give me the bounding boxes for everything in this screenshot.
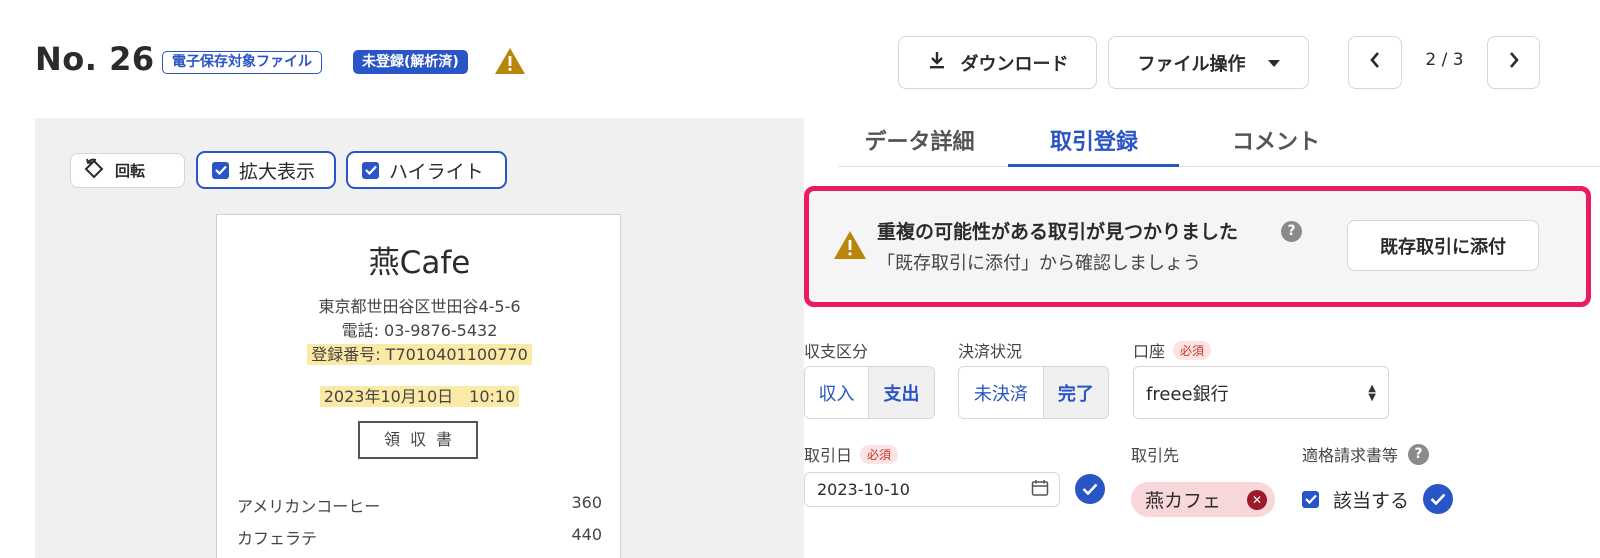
settle-segmented-control: 未決済 完了 bbox=[958, 366, 1109, 419]
kind-label: 収支区分 bbox=[804, 342, 869, 361]
select-arrows-icon: ▲ ▼ bbox=[1368, 382, 1376, 403]
page-indicator: 2 / 3 bbox=[1425, 50, 1464, 70]
transaction-date-input[interactable]: 2023-10-10 bbox=[804, 472, 1060, 507]
receipt-datetime-text: 2023年10月10日 10:10 bbox=[319, 386, 520, 407]
highlight-label: ハイライト bbox=[389, 160, 484, 183]
receipt-item-name: カフェラテ bbox=[237, 529, 318, 548]
status-badge: 未登録(解析済) bbox=[353, 50, 468, 74]
account-label-row: 口座 必須 bbox=[1133, 338, 1212, 362]
qualified-option-label: 該当する bbox=[1333, 489, 1410, 512]
help-icon[interactable]: ? bbox=[1281, 221, 1302, 242]
file-operations-button[interactable]: ファイル操作 bbox=[1108, 36, 1309, 89]
receipt-shop-name: 燕Cafe bbox=[368, 245, 471, 281]
receipt-datetime: 2023年10月10日 10:10 bbox=[217, 383, 622, 407]
date-label-row: 取引日 必須 bbox=[804, 442, 899, 466]
checkbox-checked-icon[interactable] bbox=[212, 161, 229, 179]
receipt-phone: 電話: 03-9876-5432 bbox=[341, 321, 498, 340]
remove-icon[interactable]: ✕ bbox=[1247, 489, 1268, 510]
checkbox-checked-icon[interactable] bbox=[362, 161, 379, 179]
active-tab-indicator bbox=[1008, 164, 1179, 167]
tab-data-detail[interactable]: データ詳細 bbox=[852, 124, 987, 156]
next-page-button[interactable] bbox=[1487, 36, 1540, 89]
calendar-icon[interactable] bbox=[1031, 479, 1049, 501]
receipt-address: 東京都世田谷区世田谷4-5-6 bbox=[318, 297, 521, 316]
rotate-label: 回転 bbox=[115, 162, 146, 180]
attach-existing-button[interactable]: 既存取引に添付 bbox=[1347, 220, 1539, 271]
qualified-verified-check-icon[interactable] bbox=[1423, 484, 1454, 514]
receipt-image: 燕Cafe 東京都世田谷区世田谷4-5-6 電話: 03-9876-5432 登… bbox=[216, 214, 621, 558]
date-label: 取引日 bbox=[804, 446, 853, 465]
page-title: No. 26 bbox=[35, 40, 155, 78]
help-icon[interactable]: ? bbox=[1408, 443, 1430, 465]
checkbox-checked-icon[interactable] bbox=[1302, 490, 1319, 508]
qualified-checkbox[interactable]: 該当する bbox=[1302, 484, 1454, 514]
tab-comment[interactable]: コメント bbox=[1206, 124, 1346, 156]
zoom-label: 拡大表示 bbox=[239, 160, 316, 183]
tab-transaction-register[interactable]: 取引登録 bbox=[1009, 124, 1179, 156]
partner-label: 取引先 bbox=[1131, 446, 1180, 465]
settle-label: 決済状況 bbox=[958, 342, 1023, 361]
receipt-item-price: 440 bbox=[571, 525, 602, 544]
date-verified-check-icon[interactable] bbox=[1075, 474, 1105, 504]
account-value: freee銀行 bbox=[1146, 383, 1229, 405]
required-badge: 必須 bbox=[1173, 341, 1212, 360]
kind-option-income[interactable]: 収入 bbox=[805, 367, 869, 418]
account-label: 口座 bbox=[1133, 342, 1166, 361]
partner-chip[interactable]: 燕カフェ ✕ bbox=[1131, 482, 1275, 517]
qualified-label: 適格請求書等 bbox=[1302, 446, 1399, 465]
rotate-button[interactable]: 回転 bbox=[70, 153, 185, 188]
warning-triangle-icon bbox=[494, 46, 526, 76]
receipt-line-item: アメリカンコーヒー 360 bbox=[237, 493, 602, 517]
previous-page-button[interactable] bbox=[1348, 36, 1402, 89]
chevron-right-icon bbox=[1508, 51, 1520, 74]
required-badge: 必須 bbox=[860, 445, 899, 464]
receipt-item-name: アメリカンコーヒー bbox=[237, 497, 381, 516]
download-icon bbox=[927, 50, 947, 75]
kind-option-expense[interactable]: 支出 bbox=[868, 367, 934, 418]
highlight-toggle[interactable]: ハイライト bbox=[346, 151, 507, 189]
alert-title: 重複の可能性がある取引が見つかりました bbox=[877, 221, 1239, 243]
rotate-icon bbox=[83, 158, 105, 184]
alert-subtitle: 「既存取引に添付」から確認しましょう bbox=[877, 253, 1201, 274]
download-button[interactable]: ダウンロード bbox=[898, 36, 1097, 89]
chevron-left-icon bbox=[1369, 51, 1381, 74]
receipt-item-price: 360 bbox=[571, 493, 602, 512]
file-type-badge: 電子保存対象ファイル bbox=[162, 51, 322, 74]
partner-value: 燕カフェ bbox=[1145, 490, 1222, 512]
file-operations-label: ファイル操作 bbox=[1137, 53, 1246, 75]
download-label: ダウンロード bbox=[960, 53, 1069, 75]
date-value: 2023-10-10 bbox=[817, 480, 910, 499]
duplicate-alert: 重複の可能性がある取引が見つかりました 「既存取引に添付」から確認しましょう ?… bbox=[804, 186, 1591, 307]
qualified-label-row: 適格請求書等 ? bbox=[1302, 442, 1430, 466]
settle-option-done[interactable]: 完了 bbox=[1042, 367, 1108, 418]
kind-segmented-control: 収入 支出 bbox=[804, 366, 935, 419]
receipt-registration-text: 登録番号: T7010401100770 bbox=[307, 344, 532, 365]
tab-divider bbox=[838, 166, 1600, 167]
account-select[interactable]: freee銀行 ▲ ▼ bbox=[1133, 366, 1389, 419]
caret-down-icon bbox=[1267, 52, 1280, 73]
receipt-stamp: 領収書 bbox=[358, 421, 478, 459]
settle-option-unsettled[interactable]: 未決済 bbox=[959, 367, 1043, 418]
receipt-line-item: カフェラテ 440 bbox=[237, 525, 602, 549]
warning-triangle-icon bbox=[833, 229, 867, 261]
receipt-registration-number: 登録番号: T7010401100770 bbox=[217, 341, 622, 365]
zoom-toggle[interactable]: 拡大表示 bbox=[196, 151, 336, 189]
